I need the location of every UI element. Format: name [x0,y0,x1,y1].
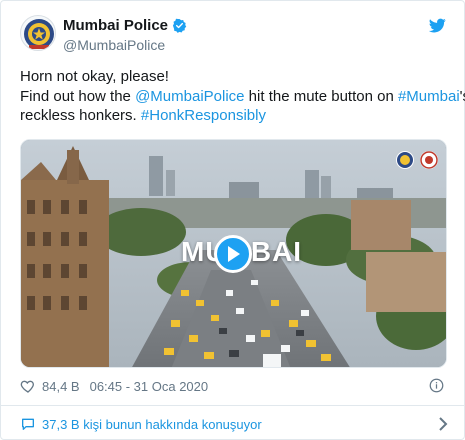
play-button[interactable] [214,235,252,273]
twitter-bird-icon[interactable] [429,17,446,34]
tweet-card[interactable]: Mumbai Police @MumbaiPolice Horn not oka… [0,0,465,440]
verified-badge-icon [172,18,187,33]
police-logo-icon [396,151,414,169]
author-display-name[interactable]: Mumbai Police [63,17,168,34]
tweet-meta: 84,4 B 06:45 - 31 Oca 2020 [20,376,208,396]
chevron-right-icon [439,417,448,431]
divider [1,405,464,406]
tweet-line-2: Find out how the @MumbaiPolice hit the m… [20,87,465,107]
info-icon[interactable] [429,378,444,393]
like-count[interactable]: 84,4 B [42,379,80,394]
display-name-row: Mumbai Police [63,17,187,34]
tweet-text-fragment: 's [459,87,465,105]
tweet-text-fragment: reckless honkers. [20,107,141,124]
author-handle[interactable]: @MumbaiPolice [63,37,187,53]
author-names: Mumbai Police @MumbaiPolice [63,17,187,53]
emblem-logo-icon [420,151,438,169]
conversation-count-label: 37,3 B kişi bunun hakkında konuşuyor [42,416,262,432]
hashtag-link-honkresponsibly[interactable]: #HonkResponsibly [141,107,266,124]
comment-icon [22,418,34,430]
video-player[interactable]: MUMBAI [20,139,447,368]
tweet-text: Horn not okay, please! Find out how the … [20,67,465,126]
avatar[interactable] [20,15,56,51]
play-icon [228,246,240,262]
tweet-text-fragment: Find out how the [20,87,136,105]
police-emblem-icon [24,19,54,49]
mention-link[interactable]: @MumbaiPolice [135,88,244,105]
tweet-line-1: Horn not okay, please! [20,68,169,85]
tweet-line-3: reckless honkers. #HonkResponsibly [20,106,450,126]
hashtag-link-mumbai[interactable]: #Mumbai [398,88,460,105]
conversation-link[interactable]: 37,3 B kişi bunun hakkında konuşuyor [20,414,448,434]
tweet-timestamp[interactable]: 06:45 - 31 Oca 2020 [90,379,209,394]
tweet-header: Mumbai Police @MumbaiPolice [20,15,448,55]
tweet-text-fragment: hit the mute button on [244,87,398,105]
heart-icon[interactable] [20,378,36,394]
